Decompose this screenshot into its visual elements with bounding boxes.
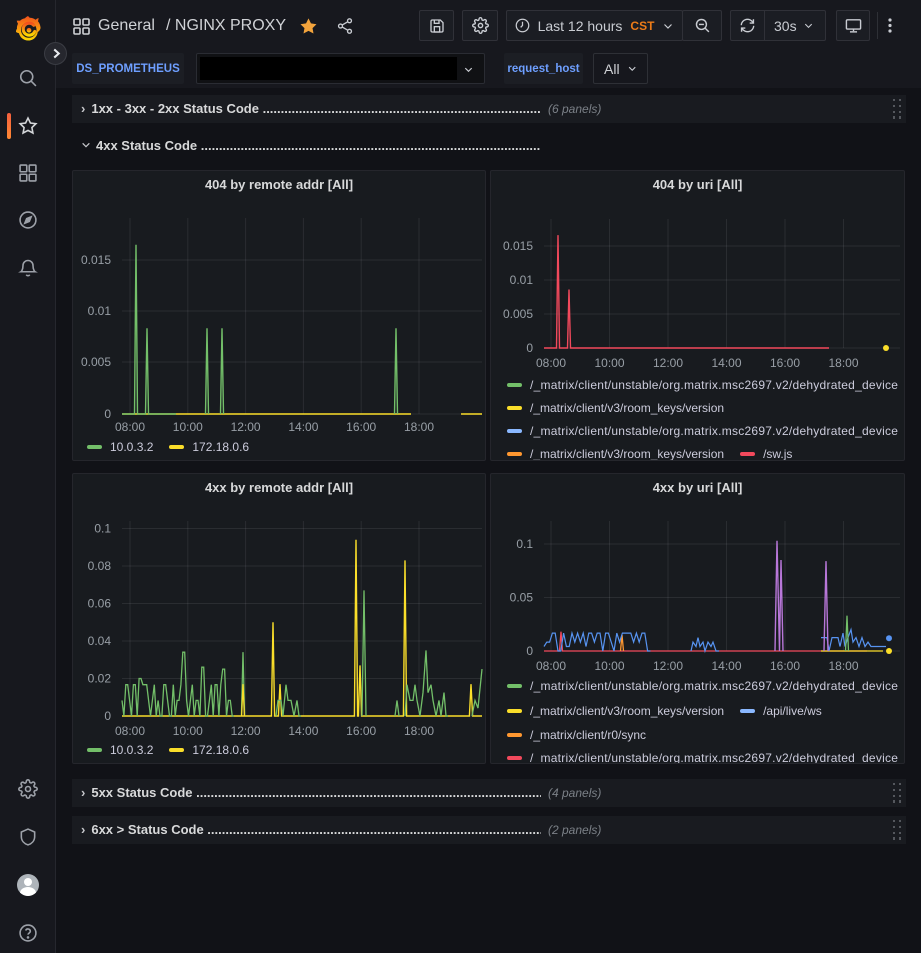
svg-text:0.01: 0.01 bbox=[88, 304, 112, 318]
svg-text:0: 0 bbox=[104, 709, 111, 723]
svg-text:0.06: 0.06 bbox=[88, 597, 112, 611]
svg-text:0.1: 0.1 bbox=[516, 537, 533, 551]
svg-text:0.015: 0.015 bbox=[81, 253, 111, 267]
svg-text:16:00: 16:00 bbox=[346, 724, 376, 738]
svg-text:14:00: 14:00 bbox=[288, 724, 318, 738]
svg-text:18:00: 18:00 bbox=[404, 420, 434, 434]
svg-text:14:00: 14:00 bbox=[288, 420, 318, 434]
svg-text:16:00: 16:00 bbox=[346, 420, 376, 434]
svg-text:18:00: 18:00 bbox=[828, 659, 858, 673]
svg-text:0: 0 bbox=[526, 341, 533, 355]
svg-text:18:00: 18:00 bbox=[828, 356, 858, 370]
svg-text:16:00: 16:00 bbox=[770, 659, 800, 673]
svg-text:12:00: 12:00 bbox=[231, 420, 261, 434]
svg-text:0.005: 0.005 bbox=[503, 307, 533, 321]
svg-text:0.1: 0.1 bbox=[94, 522, 111, 536]
svg-text:0.08: 0.08 bbox=[88, 559, 112, 573]
svg-text:10:00: 10:00 bbox=[594, 659, 624, 673]
svg-text:10:00: 10:00 bbox=[594, 356, 624, 370]
svg-text:16:00: 16:00 bbox=[770, 356, 800, 370]
svg-text:0.015: 0.015 bbox=[503, 239, 533, 253]
svg-text:0.04: 0.04 bbox=[88, 634, 112, 648]
svg-text:0.005: 0.005 bbox=[81, 355, 111, 369]
svg-text:12:00: 12:00 bbox=[653, 659, 683, 673]
svg-text:10:00: 10:00 bbox=[173, 724, 203, 738]
svg-text:0: 0 bbox=[104, 407, 111, 421]
svg-text:0: 0 bbox=[526, 644, 533, 658]
svg-text:14:00: 14:00 bbox=[711, 659, 741, 673]
svg-text:0.02: 0.02 bbox=[88, 672, 112, 686]
svg-text:12:00: 12:00 bbox=[231, 724, 261, 738]
svg-text:08:00: 08:00 bbox=[536, 356, 566, 370]
svg-text:0.01: 0.01 bbox=[510, 273, 534, 287]
svg-text:08:00: 08:00 bbox=[536, 659, 566, 673]
svg-text:08:00: 08:00 bbox=[115, 420, 145, 434]
svg-text:14:00: 14:00 bbox=[711, 356, 741, 370]
svg-text:18:00: 18:00 bbox=[404, 724, 434, 738]
svg-text:08:00: 08:00 bbox=[115, 724, 145, 738]
svg-text:12:00: 12:00 bbox=[653, 356, 683, 370]
svg-text:10:00: 10:00 bbox=[173, 420, 203, 434]
svg-text:0.05: 0.05 bbox=[510, 591, 534, 605]
